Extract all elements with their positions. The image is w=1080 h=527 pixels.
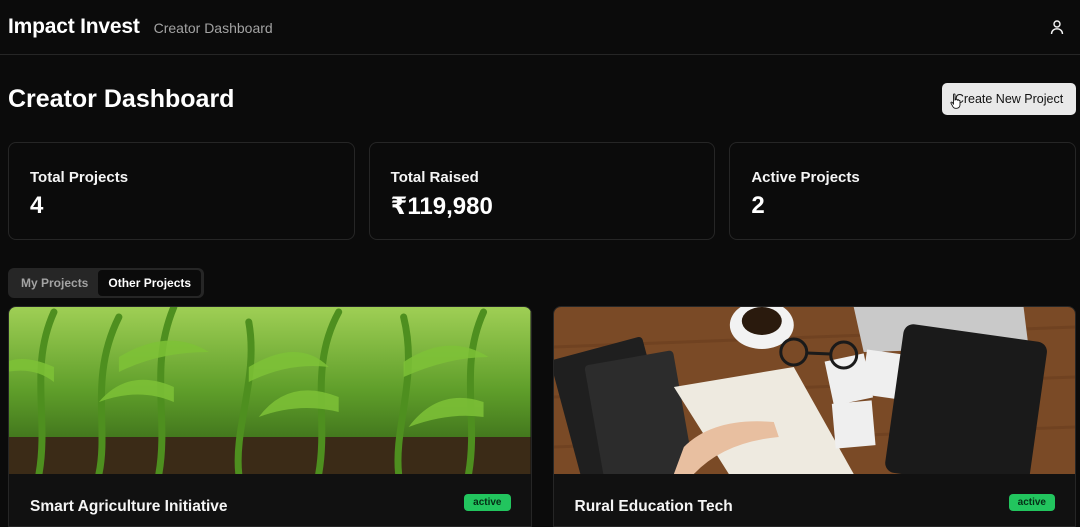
stat-value: ₹119,980 [390,193,493,220]
user-menu-button[interactable] [1046,16,1068,38]
stat-card-total-projects: Total Projects 4 [8,142,355,240]
project-card-body: Smart Agriculture Initiative active [9,474,531,526]
create-button-label: Create New Project [954,92,1064,106]
status-badge: active [1008,494,1055,511]
project-image-corn-field [9,307,531,474]
stat-label: Active Projects [751,169,860,186]
user-icon [1050,20,1064,35]
page-header: Creator Dashboard Create New Project [8,83,1076,117]
nav-subtitle: Creator Dashboard [153,20,273,36]
create-new-project-button[interactable]: Create New Project [942,83,1076,115]
stat-value: 4 [30,192,44,219]
project-card-body: Rural Education Tech active [554,474,1076,526]
tab-my-projects[interactable]: My Projects [11,270,98,296]
page-title: Creator Dashboard [8,85,235,113]
project-card[interactable]: Rural Education Tech active [552,306,1076,527]
tab-other-projects[interactable]: Other Projects [98,270,202,296]
project-title: Rural Education Tech [574,498,733,515]
stat-label: Total Raised [390,169,479,186]
stat-card-active-projects: Active Projects 2 [729,142,1077,240]
project-image-desk-book [553,307,1075,474]
stat-card-total-raised: Total Raised ₹119,980 [368,142,716,240]
project-grid: Smart Agriculture Initiative active Rura… [8,306,1076,527]
stat-value: 2 [751,192,765,219]
status-badge: active [464,494,511,511]
stats-row: Total Projects 4 Total Raised ₹119,980 A… [8,142,1077,240]
project-tabs: My Projects Other Projects [8,268,205,298]
stat-label: Total Projects [30,169,129,186]
project-title: Smart Agriculture Initiative [30,498,228,515]
project-card[interactable]: Smart Agriculture Initiative active [8,306,532,527]
top-navbar: Impact Invest Creator Dashboard [0,0,1080,55]
brand-logo[interactable]: Impact Invest [8,15,140,39]
hand-pointer-icon [950,93,961,109]
